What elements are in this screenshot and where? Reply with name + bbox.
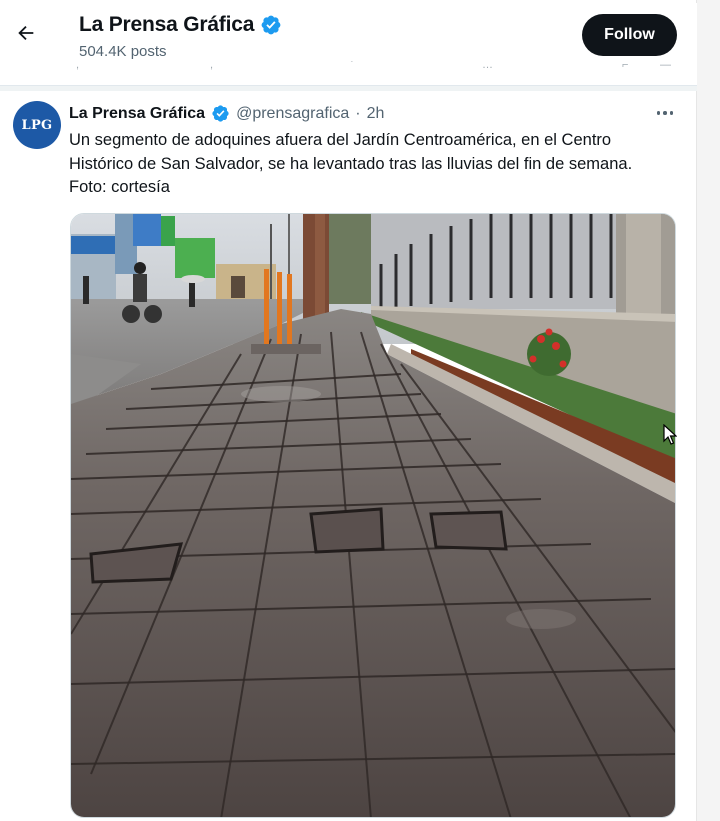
verified-badge-icon [212, 105, 229, 122]
verified-badge-icon [261, 15, 281, 35]
arrow-left-icon [18, 25, 34, 41]
tweet-text: Un segmento de adoquines afuera del Jard… [69, 131, 633, 196]
tweet-photo[interactable] [70, 213, 676, 818]
avatar-logo-text: LPG [21, 117, 53, 133]
avatar[interactable]: LPG [13, 101, 61, 149]
mouse-pointer-icon [663, 424, 677, 445]
paved-sidewalk-photo [71, 214, 675, 817]
scrolled-tabs-remnant: , , ˇ … ⌐ — [76, 61, 671, 71]
tweet-header: La Prensa Gráfica @prensagrafica · 2h [69, 104, 384, 123]
more-options-button[interactable] [651, 102, 679, 124]
section-divider [0, 85, 697, 91]
author-handle[interactable]: @prensagrafica [236, 105, 349, 123]
more-horizontal-icon [656, 111, 661, 115]
profile-title: La Prensa Gráfica [79, 13, 255, 36]
follow-button[interactable]: Follow [582, 14, 677, 56]
separator-dot: · [355, 104, 361, 122]
page-gutter [697, 0, 720, 821]
post-time[interactable]: 2h [367, 105, 385, 123]
profile-title-block: La Prensa Gráfica 504.4K posts [79, 13, 282, 60]
posts-count: 504.4K posts [79, 43, 167, 60]
profile-header: La Prensa Gráfica 504.4K posts Follow , … [0, 3, 697, 85]
author-name[interactable]: La Prensa Gráfica [69, 105, 205, 123]
back-button[interactable] [8, 15, 44, 51]
